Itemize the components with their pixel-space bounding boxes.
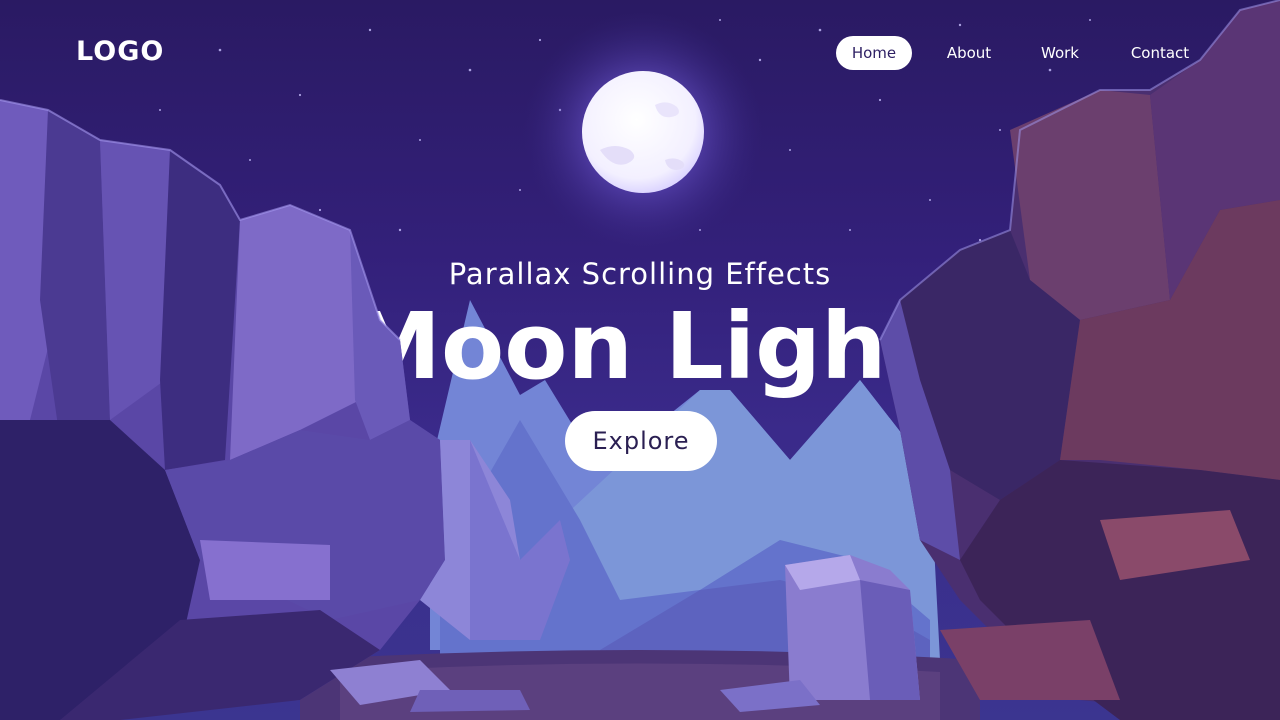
logo[interactable]: LOGO	[76, 35, 164, 69]
nav-link-home[interactable]: Home	[836, 36, 912, 70]
hero-title: Moon Light	[349, 293, 931, 400]
hero-subtitle: Parallax Scrolling Effects	[448, 257, 832, 291]
nav-link-work[interactable]: Work	[1030, 36, 1090, 70]
navbar: LOGO Home About Work Contact	[0, 0, 1280, 105]
hero-scene: Parallax Scrolling Effects Moon Light Ex…	[0, 0, 1280, 720]
nav-link-contact[interactable]: Contact	[1116, 36, 1204, 70]
explore-button[interactable]: Explore	[565, 411, 717, 471]
nav-link-about[interactable]: About	[934, 36, 1004, 70]
